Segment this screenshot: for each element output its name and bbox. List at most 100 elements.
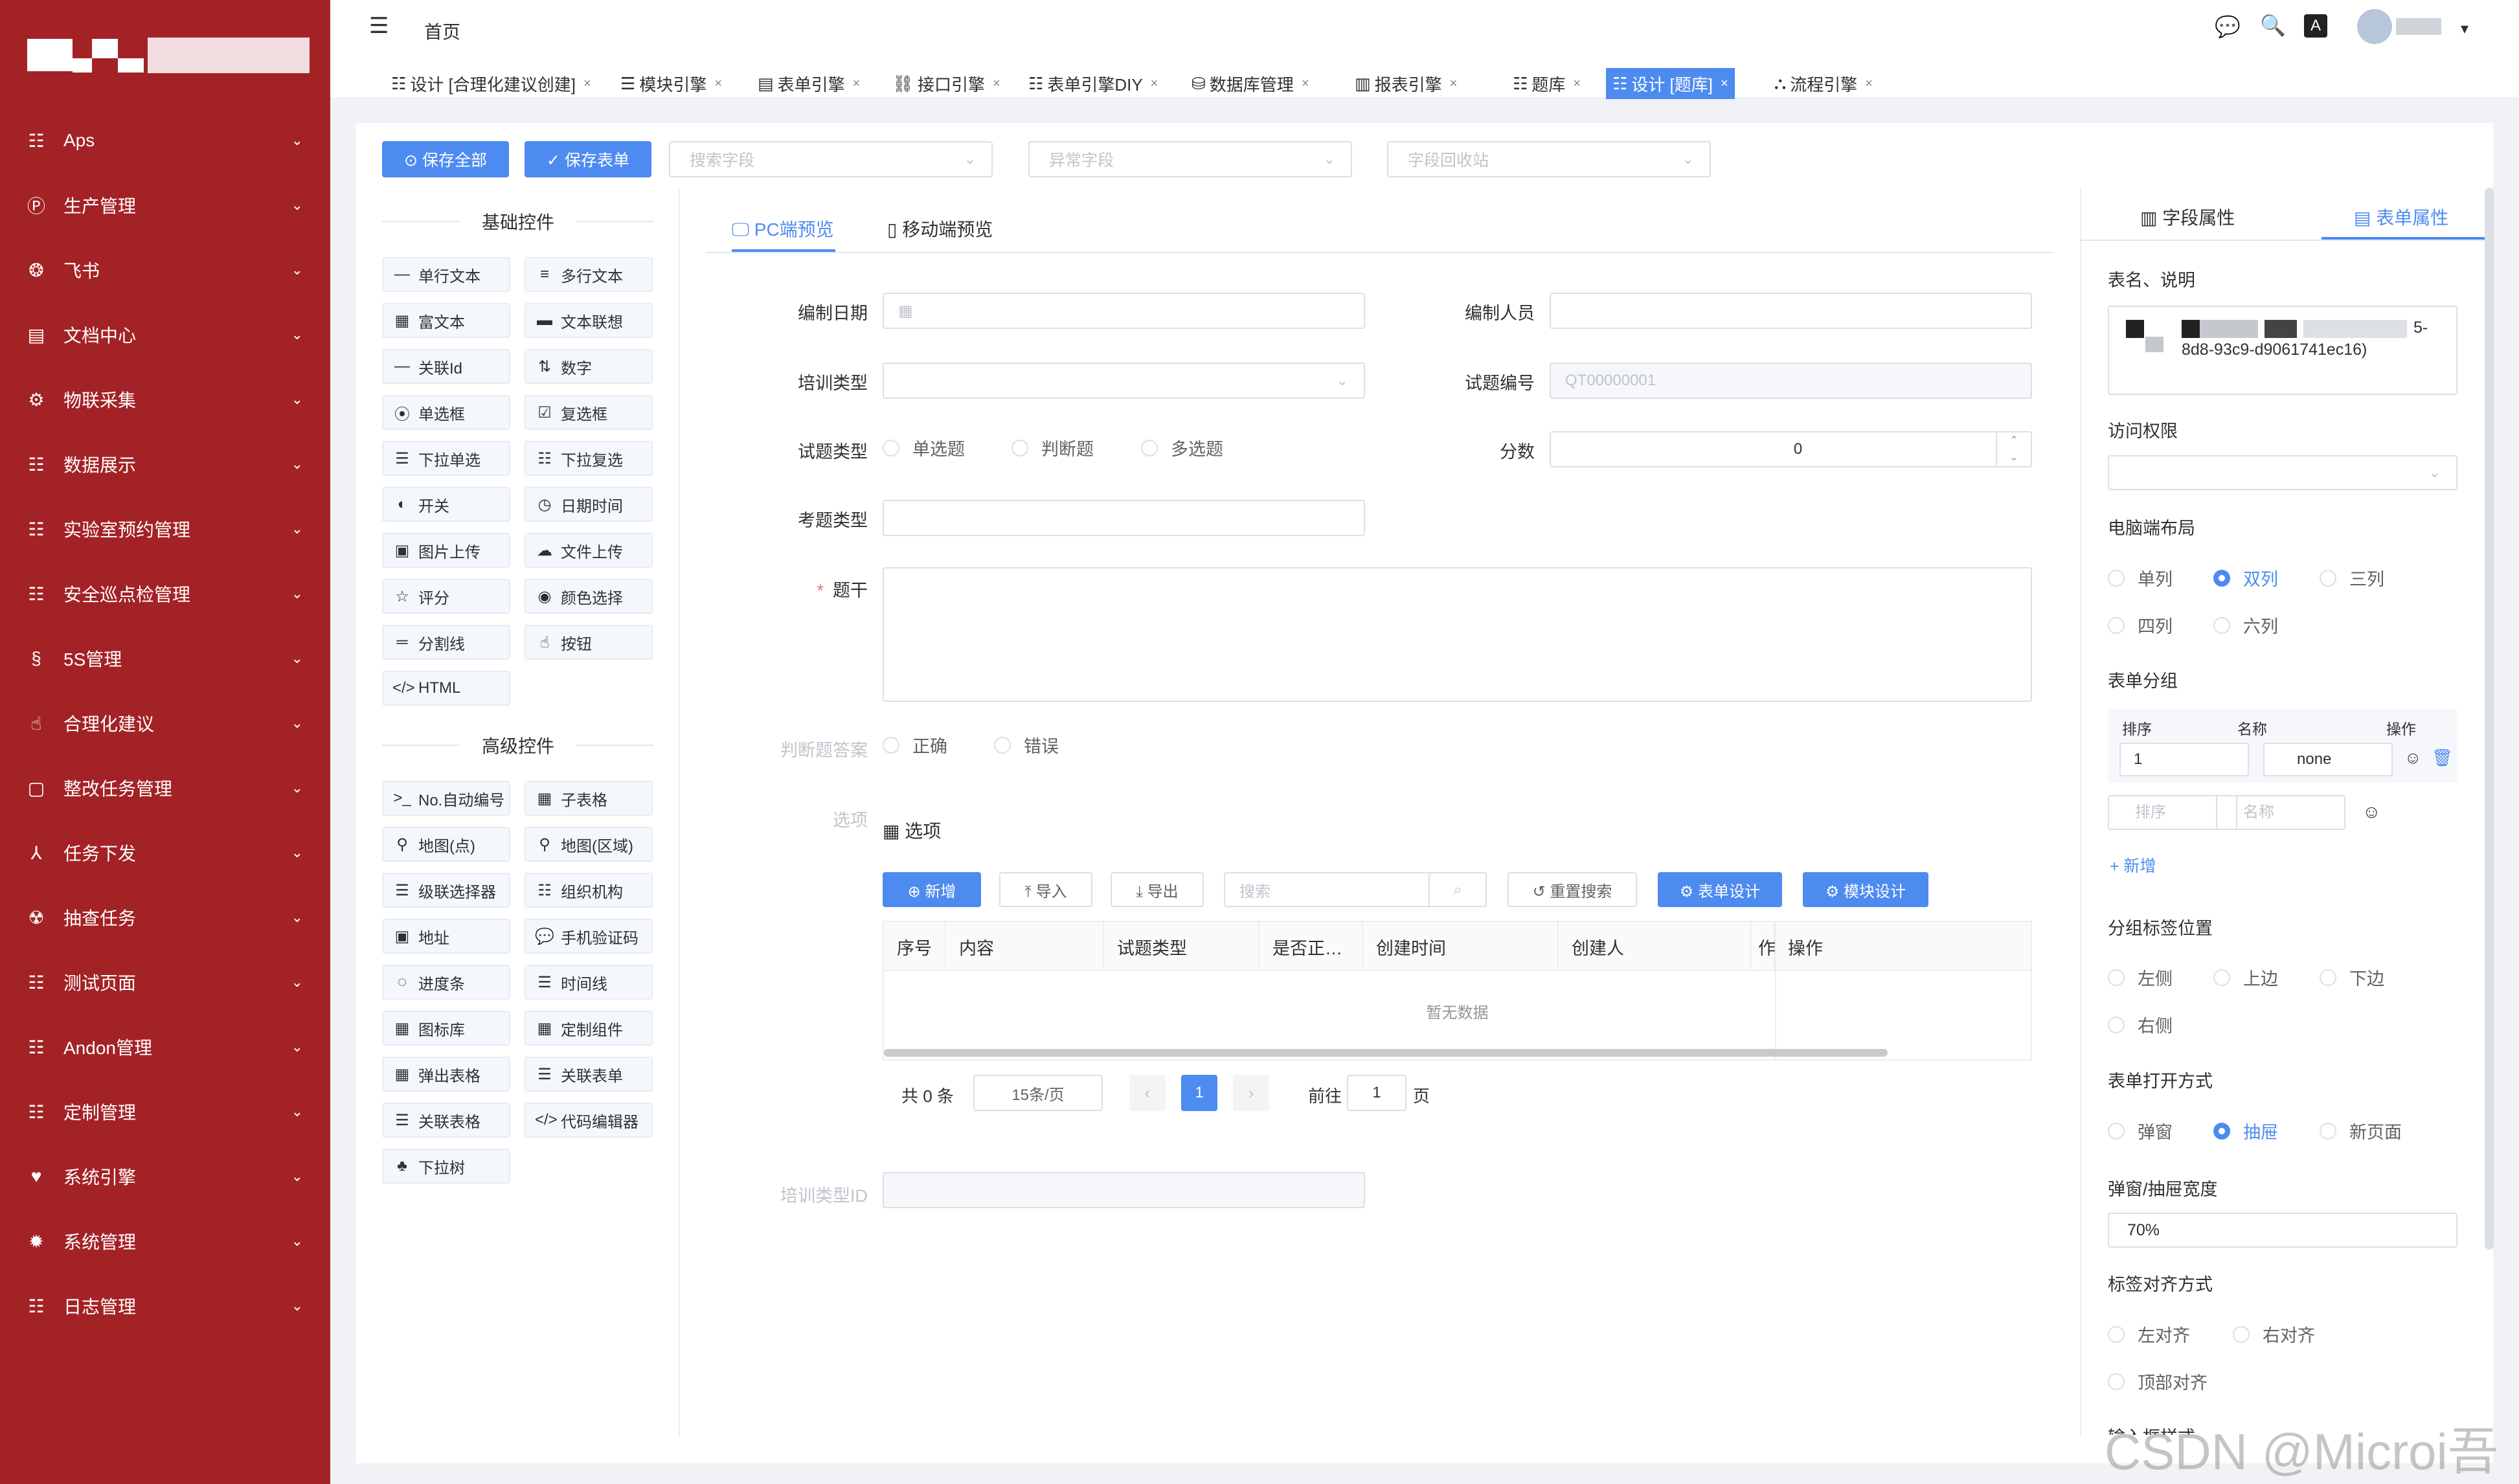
palette-item[interactable]: ▦ 图标库 (382, 1011, 510, 1046)
user-dropdown-icon[interactable]: ▾ (2461, 19, 2468, 38)
palette-item[interactable]: ▣ 图片上传 (382, 533, 510, 568)
radio-wrong[interactable]: 错误 (994, 732, 1059, 758)
radio-align-left[interactable]: 左对齐 (2108, 1321, 2190, 1347)
tab[interactable]: ☷ 设计 [题库] × (1606, 68, 1735, 99)
palette-item[interactable]: >_ No.自动编号 (382, 781, 510, 816)
save-form-button[interactable]: ✓ 保存表单 (525, 141, 651, 177)
delete-icon[interactable]: 🗑 (2432, 748, 2453, 768)
tab[interactable]: ☷ 题库 × (1506, 68, 1587, 99)
train-type-select[interactable]: ⌄ (883, 363, 1365, 399)
date-input[interactable]: ▦ (883, 293, 1365, 329)
score-stepper-icon[interactable]: ⌃ ⌄ (1996, 433, 2031, 466)
palette-item[interactable]: ☰ 下拉单选 (382, 441, 510, 476)
close-icon[interactable]: × (993, 76, 1000, 91)
subtable-search-input[interactable]: 搜索 ⌕ (1224, 872, 1487, 907)
palette-item[interactable]: </> HTML (382, 671, 510, 706)
radio-open-drawer[interactable]: 抽屉 (2213, 1118, 2278, 1143)
close-icon[interactable]: × (1450, 76, 1458, 91)
score-input[interactable]: 0 ⌃ ⌄ (1550, 431, 2032, 467)
radio-single-choice[interactable]: 单选题 (883, 435, 965, 460)
sidebar-item[interactable]: § 5S管理 ⌄ (0, 629, 330, 688)
export-button[interactable]: ⤓ 导出 (1111, 872, 1204, 907)
palette-item[interactable]: ▦ 定制组件 (525, 1011, 653, 1046)
tab-mobile-preview[interactable]: ▯ 移动端预览 (887, 216, 993, 242)
tab[interactable]: ⛁ 数据库管理 × (1185, 68, 1316, 99)
vertical-scrollbar[interactable] (2485, 188, 2494, 1250)
column-header[interactable]: 操作 (1775, 922, 2031, 971)
sidebar-item[interactable]: ❂ 飞书 ⌄ (0, 241, 330, 299)
recycle-bin-select[interactable]: 字段回收站 ⌄ (1387, 141, 1711, 177)
avatar[interactable] (2357, 9, 2454, 44)
palette-item[interactable]: ⚲ 地图(区域) (525, 827, 653, 862)
sidebar-item[interactable]: ☷ Aps ⌄ (0, 111, 330, 170)
palette-item[interactable]: ◐ 开关 (382, 487, 510, 522)
module-design-button[interactable]: ⚙ 模块设计 (1803, 872, 1928, 907)
column-header[interactable]: 试题类型 (1104, 922, 1260, 971)
sidebar-item[interactable]: ✹ 系统管理 ⌄ (0, 1212, 330, 1270)
radio-layout-six[interactable]: 六列 (2213, 613, 2278, 638)
radio-layout-four[interactable]: 四列 (2108, 613, 2173, 638)
palette-item[interactable]: ⦿ 单选框 (382, 395, 510, 430)
menu-toggle-icon[interactable]: ☰ (369, 13, 389, 39)
radio-layout-single[interactable]: 单列 (2108, 565, 2173, 590)
exam-type-input[interactable] (883, 500, 1365, 536)
sidebar-item[interactable]: ☷ 安全巡点检管理 ⌄ (0, 565, 330, 623)
close-icon[interactable]: × (1302, 76, 1309, 91)
tab[interactable]: ⛬ 流程引擎 × (1768, 68, 1879, 99)
palette-item[interactable]: ☷ 组织机构 (525, 873, 653, 908)
sidebar-item[interactable]: ⚙ 物联采集 ⌄ (0, 370, 330, 429)
palette-item[interactable]: ☑ 复选框 (525, 395, 653, 430)
sidebar-item[interactable]: ☝ 合理化建议 ⌄ (0, 694, 330, 752)
palette-item[interactable]: ▣ 地址 (382, 919, 510, 954)
palette-item[interactable]: ▦ 子表格 (525, 781, 653, 816)
tab-pc-preview[interactable]: 🖵 PC端预览 (732, 216, 834, 242)
reset-search-button[interactable]: ↺ 重置搜索 (1508, 872, 1637, 907)
palette-item[interactable]: ☆ 评分 (382, 579, 510, 614)
palette-item[interactable]: ▦ 富文本 (382, 303, 510, 338)
palette-item[interactable]: ☰ 关联表单 (525, 1057, 653, 1092)
tab[interactable]: ☷ 表单引擎DIY × (1022, 68, 1164, 99)
new-group-name-input[interactable]: 名称 (2216, 795, 2345, 830)
palette-item[interactable]: 💬 手机验证码 (525, 919, 653, 954)
emoji-icon[interactable]: ☺ (2362, 802, 2381, 822)
sidebar-item[interactable]: ☷ 测试页面 ⌄ (0, 953, 330, 1011)
group-order-input[interactable]: 1 (2119, 743, 2249, 776)
palette-item[interactable]: — 单行文本 (382, 257, 510, 292)
page-size-select[interactable]: 15条/页 (973, 1075, 1103, 1111)
close-icon[interactable]: × (583, 76, 591, 91)
close-icon[interactable]: × (1573, 76, 1581, 91)
sidebar-item[interactable]: ☷ 日志管理 ⌄ (0, 1277, 330, 1335)
form-design-button[interactable]: ⚙ 表单设计 (1658, 872, 1782, 907)
tab-field-props[interactable]: ▥ 字段属性 (2140, 204, 2235, 230)
close-icon[interactable]: × (1865, 76, 1873, 91)
sidebar-item[interactable]: ♥ 系统引擎 ⌄ (0, 1147, 330, 1206)
radio-align-right[interactable]: 右对齐 (2233, 1321, 2315, 1347)
radio-open-dialog[interactable]: 弹窗 (2108, 1118, 2173, 1143)
palette-item[interactable]: ☷ 下拉复选 (525, 441, 653, 476)
horizontal-scrollbar[interactable] (884, 1049, 1888, 1057)
creator-input[interactable] (1550, 293, 2032, 329)
palette-item[interactable]: ◌ 进度条 (382, 965, 510, 1000)
sidebar-item[interactable]: ☷ 数据展示 ⌄ (0, 435, 330, 493)
search-icon[interactable]: ⌕ (1429, 873, 1485, 906)
radio-multi-choice[interactable]: 多选题 (1141, 435, 1223, 460)
palette-item[interactable]: ☝ 按钮 (525, 625, 653, 660)
radio-layout-triple[interactable]: 三列 (2320, 565, 2384, 590)
palette-item[interactable]: ═ 分割线 (382, 625, 510, 660)
tab[interactable]: ☰ 模块引擎 × (614, 68, 729, 99)
abnormal-field-select[interactable]: 异常字段 ⌄ (1028, 141, 1352, 177)
stem-textarea[interactable] (883, 567, 2032, 702)
sidebar-item[interactable]: ☷ 实验室预约管理 ⌄ (0, 500, 330, 558)
radio-layout-double[interactable]: 双列 (2213, 565, 2278, 590)
sidebar-item[interactable]: ▤ 文档中心 ⌄ (0, 306, 330, 364)
message-icon[interactable]: 💬 (2215, 14, 2241, 39)
width-input[interactable]: 70% (2108, 1213, 2457, 1248)
palette-item[interactable]: ⚲ 地图(点) (382, 827, 510, 862)
emoji-icon[interactable]: ☺ (2404, 748, 2422, 768)
group-name-input[interactable]: none (2263, 743, 2393, 776)
sidebar-item[interactable]: ▢ 整改任务管理 ⌄ (0, 759, 330, 817)
import-button[interactable]: ⤒ 导入 (999, 872, 1092, 907)
palette-item[interactable]: ☰ 级联选择器 (382, 873, 510, 908)
radio-tag-left[interactable]: 左侧 (2108, 965, 2173, 990)
next-page-button[interactable]: › (1233, 1075, 1269, 1111)
